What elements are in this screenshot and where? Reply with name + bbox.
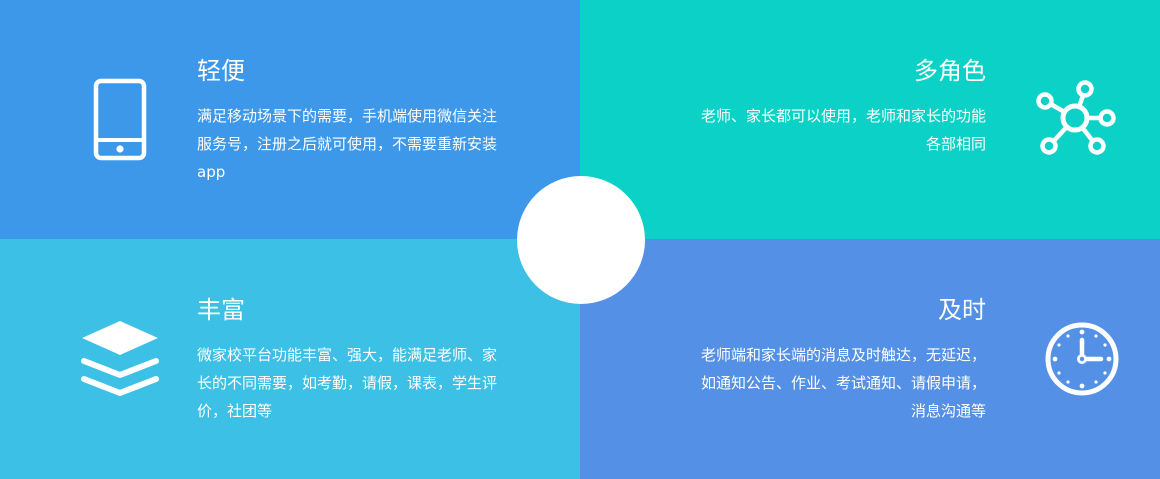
feature-description: 满足移动场景下的需要，手机端使用微信关注服务号，注册之后就可使用，不需要重新安装… bbox=[197, 107, 498, 181]
layers-stack-icon bbox=[78, 317, 162, 405]
feature-panel-multi-role: 多角色 老师、家长都可以使用，老师和家长的功能各部相同 bbox=[580, 0, 1160, 239]
feature-panel-portable: 轻便 满足移动场景下的需要，手机端使用微信关注服务号，注册之后就可使用，不需要重… bbox=[0, 0, 580, 239]
feature-title: 及时 bbox=[938, 296, 986, 324]
feature-title: 丰富 bbox=[197, 296, 245, 324]
network-hub-icon bbox=[1035, 78, 1117, 164]
feature-title: 多角色 bbox=[914, 57, 986, 85]
feature-panel-rich: 丰富 微家校平台功能丰富、强大，能满足老师、家长的不同需要，如考勤，请假，课表，… bbox=[0, 239, 580, 479]
clock-icon bbox=[1043, 320, 1121, 402]
feature-description: 微家校平台功能丰富、强大，能满足老师、家长的不同需要，如考勤，请假，课表，学生评… bbox=[197, 346, 498, 420]
features-grid: 轻便 满足移动场景下的需要，手机端使用微信关注服务号，注册之后就可使用，不需要重… bbox=[0, 0, 1160, 479]
center-circle-decoration bbox=[517, 176, 645, 304]
mobile-phone-icon bbox=[92, 78, 148, 166]
feature-panel-timely: 及时 老师端和家长端的消息及时触达，无延迟，如通知公告、作业、考试通知、请假申请… bbox=[580, 239, 1160, 479]
feature-description: 老师、家长都可以使用，老师和家长的功能各部相同 bbox=[700, 107, 986, 153]
feature-title: 轻便 bbox=[197, 57, 245, 85]
feature-description: 老师端和家长端的消息及时触达，无延迟，如通知公告、作业、考试通知、请假申请，消息… bbox=[700, 346, 986, 420]
